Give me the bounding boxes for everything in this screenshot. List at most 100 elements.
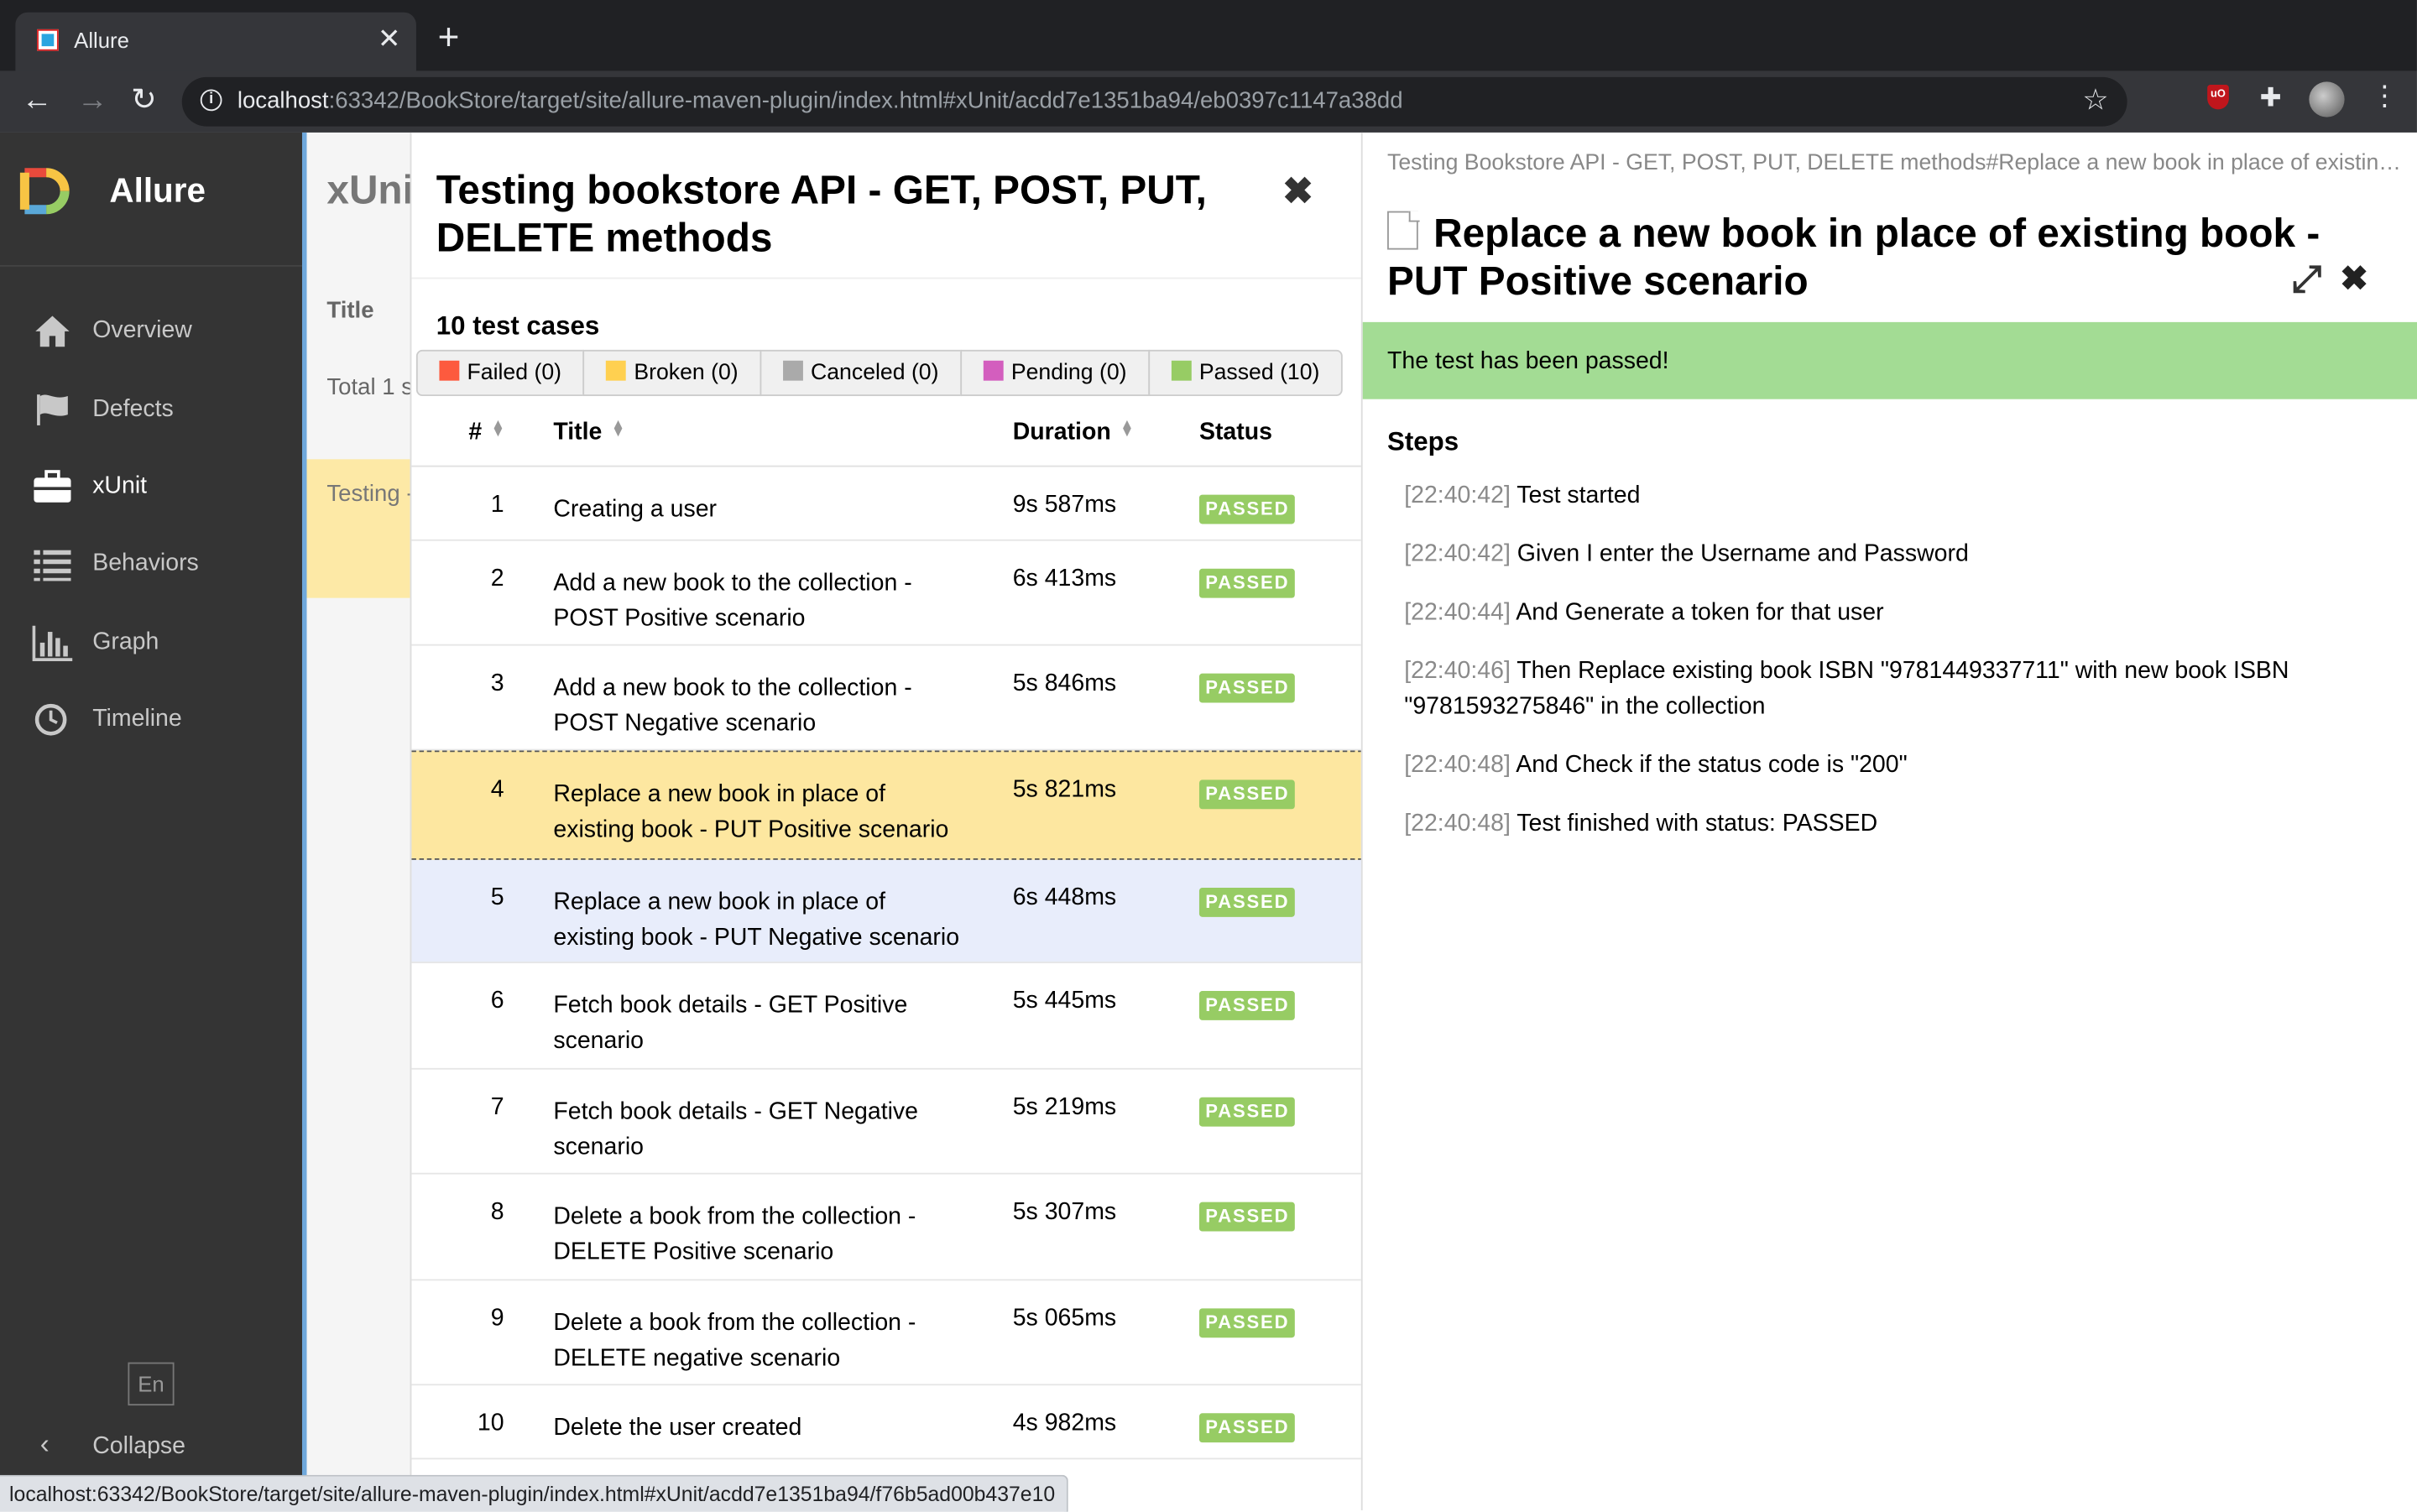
filter-broken[interactable]: Broken (0)	[582, 349, 762, 397]
column-duration-header[interactable]: Duration ▲ ▼	[1013, 415, 1135, 447]
xunit-background-pane: xUnit Title Total 1 s Testing - GET, P D…	[301, 132, 410, 1510]
row-duration: 6s 448ms	[1012, 884, 1117, 911]
suite-panel: Testing bookstore API - GET, POST, PUT, …	[410, 132, 1363, 1510]
step-timestamp: [22:40:46]	[1404, 658, 1511, 685]
flag-icon	[37, 394, 68, 425]
back-icon[interactable]: ←	[22, 81, 53, 118]
row-number: 10	[477, 1410, 504, 1436]
sidebar-item-label: xUnit	[92, 472, 148, 500]
status-badge: PASSED	[1198, 1308, 1296, 1338]
status-message: The test has been passed!	[1387, 348, 1669, 375]
sort-icon: ▲ ▼	[1120, 415, 1135, 440]
status-banner: The test has been passed!	[1362, 321, 2417, 399]
sidebar-item-defects[interactable]: Defects	[0, 379, 302, 441]
brand-name: Allure	[109, 170, 206, 210]
row-number: 1	[490, 491, 504, 519]
filter-failed[interactable]: Failed (0)	[415, 349, 585, 397]
filter-passed[interactable]: Passed (10)	[1148, 349, 1343, 397]
row-title: Delete a book from the collection - DELE…	[553, 1310, 916, 1372]
filter-canceled[interactable]: Canceled (0)	[760, 349, 963, 397]
sidebar-item-behaviors[interactable]: Behaviors	[0, 533, 302, 594]
bookmark-star-icon[interactable]: ☆	[2082, 83, 2108, 118]
row-duration: 5s 846ms	[1012, 670, 1117, 697]
step-text: Given I enter the Username and Password	[1516, 540, 1969, 567]
browser-tab[interactable]: Allure ✕	[15, 12, 416, 71]
collapse-button[interactable]: ‹ Collapse	[0, 1415, 302, 1476]
sidebar-item-label: Overview	[92, 317, 192, 344]
column-status-header[interactable]: Status	[1199, 420, 1272, 447]
table-row[interactable]: 6 Fetch book details - GET Positive scen…	[411, 963, 1363, 1070]
test-case-count: 10 test cases	[436, 311, 600, 341]
passed-swatch	[1171, 360, 1192, 381]
table-row[interactable]: 5 Replace a new book in place of existin…	[411, 859, 1363, 963]
reload-icon[interactable]: ↻	[131, 81, 157, 118]
table-row[interactable]: 1 Creating a user 9s 587ms PASSED	[411, 467, 1363, 541]
status-badge: PASSED	[1198, 779, 1296, 810]
column-title-header[interactable]: Title	[326, 297, 373, 323]
row-title: Fetch book details - GET Negative scenar…	[553, 1098, 919, 1161]
status-filter-group: Failed (0) Broken (0) Canceled (0) Pendi…	[415, 349, 1343, 397]
column-num-header[interactable]: # ▲ ▼	[468, 417, 504, 447]
step-item: [22:40:42] Test started	[1404, 477, 2329, 513]
step-text: And Generate a token for that user	[1516, 599, 1884, 626]
table-row-selected[interactable]: 4 Replace a new book in place of existin…	[411, 750, 1363, 860]
step-timestamp: [22:40:42]	[1404, 540, 1511, 567]
language-toggle[interactable]: En	[128, 1362, 175, 1406]
expand-icon[interactable]: ⤢	[2292, 259, 2321, 302]
close-icon[interactable]: ✖	[2340, 259, 2368, 300]
sidebar-item-overview[interactable]: Overview	[0, 300, 302, 362]
extensions-puzzle-icon[interactable]: ✚	[2260, 83, 2282, 114]
sidebar-item-label: Defects	[92, 396, 174, 423]
column-title-header[interactable]: Title ▲ ▼	[553, 417, 624, 447]
table-row[interactable]: 8 Delete a book from the collection - DE…	[411, 1175, 1363, 1281]
breadcrumb[interactable]: Testing Bookstore API - GET, POST, PUT, …	[1387, 151, 2404, 175]
table-row[interactable]: 9 Delete a book from the collection - DE…	[411, 1280, 1363, 1386]
sidebar-item-xunit[interactable]: xUnit	[0, 456, 302, 518]
ublock-shield-icon[interactable]: uO	[2207, 85, 2229, 110]
step-timestamp: [22:40:48]	[1404, 811, 1511, 837]
suite-row[interactable]: Testing - GET, P DELETE	[306, 459, 410, 598]
row-title: Delete the user created	[553, 1415, 802, 1442]
new-tab-icon[interactable]: +	[438, 18, 460, 59]
forward-icon[interactable]: →	[77, 81, 108, 118]
tab-close-icon[interactable]: ✕	[378, 23, 401, 55]
sidebar-item-label: Behaviors	[92, 550, 199, 576]
address-bar[interactable]: i localhost:63342/BookStore/target/site/…	[181, 76, 2127, 127]
row-number: 9	[490, 1305, 504, 1332]
steps-heading: Steps	[1387, 426, 1459, 456]
browser-menu-icon[interactable]: ⋮	[2371, 81, 2399, 113]
close-icon[interactable]: ✖	[1282, 169, 1313, 214]
status-badge: PASSED	[1198, 1097, 1296, 1127]
divider	[411, 277, 1363, 279]
suite-title: Testing bookstore API - GET, POST, PUT, …	[436, 166, 1207, 261]
status-badge: PASSED	[1198, 568, 1296, 598]
total-summary: Total 1 s	[326, 374, 410, 401]
page-title: xUnit	[326, 166, 410, 213]
brand[interactable]: Allure	[0, 133, 302, 267]
url-text[interactable]: localhost:63342/BookStore/target/site/al…	[238, 88, 1403, 114]
status-badge: PASSED	[1198, 1413, 1296, 1443]
table-row[interactable]: 2 Add a new book to the collection - POS…	[411, 541, 1363, 646]
row-number: 5	[490, 884, 504, 911]
list-icon	[34, 550, 71, 581]
step-text: Test started	[1516, 482, 1641, 509]
row-number: 7	[490, 1094, 504, 1121]
status-badge: PASSED	[1198, 887, 1296, 917]
table-row[interactable]: 7 Fetch book details - GET Negative scen…	[411, 1070, 1363, 1175]
link-status-bar: localhost:63342/BookStore/target/site/al…	[0, 1474, 1069, 1512]
step-timestamp: [22:40:48]	[1404, 752, 1511, 779]
broken-swatch	[606, 360, 627, 381]
info-icon[interactable]: i	[200, 89, 222, 112]
browser-tabstrip: Allure ✕ +	[0, 0, 2417, 71]
filter-pending[interactable]: Pending (0)	[960, 349, 1151, 397]
sidebar-item-timeline[interactable]: Timeline	[0, 689, 302, 750]
table-row[interactable]: 3 Add a new book to the collection - POS…	[411, 646, 1363, 751]
table-row[interactable]: 10 Delete the user created 4s 982ms PASS…	[411, 1385, 1363, 1460]
row-duration: 4s 982ms	[1012, 1410, 1117, 1436]
status-badge: PASSED	[1198, 673, 1296, 703]
row-duration: 5s 821ms	[1012, 776, 1117, 803]
profile-avatar[interactable]	[2309, 81, 2345, 117]
test-detail-panel: Testing Bookstore API - GET, POST, PUT, …	[1360, 132, 2417, 1510]
sidebar-item-graph[interactable]: Graph	[0, 612, 302, 673]
step-item: [22:40:44] And Generate a token for that…	[1404, 595, 2329, 630]
